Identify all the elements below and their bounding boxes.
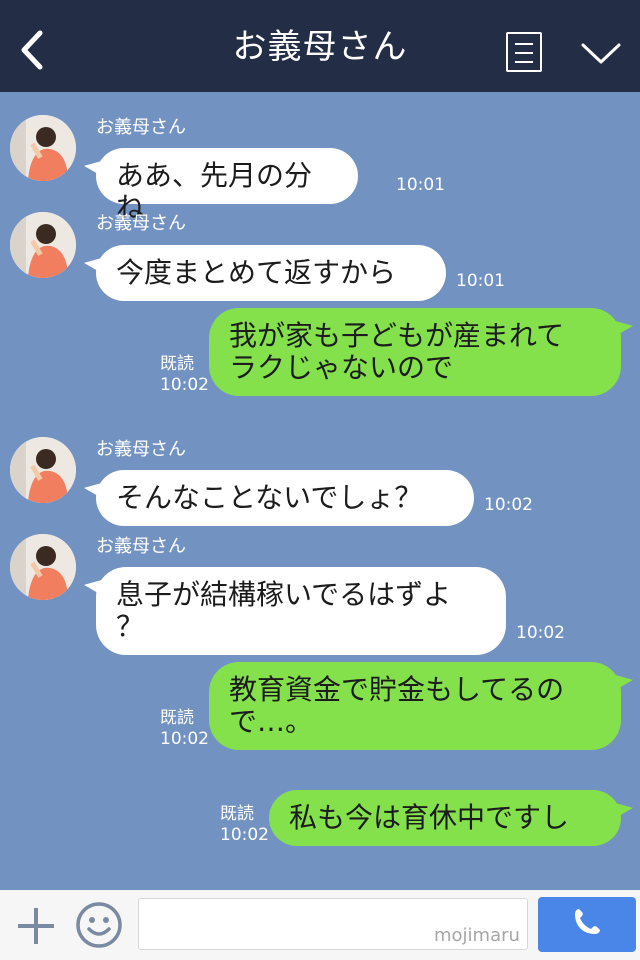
message-text: で…。 <box>229 705 314 738</box>
plus-icon[interactable] <box>14 904 58 948</box>
message-bubble[interactable]: 教育資金で貯金もしてるの で…。 <box>209 662 621 750</box>
message-time: 10:02 <box>160 729 209 749</box>
message-time: 10:02 <box>160 375 209 395</box>
message-text: ？ <box>116 610 145 643</box>
sender-name: お義母さん <box>96 439 186 460</box>
message-time: 10:02 <box>516 623 565 643</box>
chat-header: お義母さん <box>0 0 640 92</box>
message-text: ラクじゃないので <box>229 351 454 384</box>
message-text: 今度まとめて返すから <box>116 256 397 289</box>
message-time: 10:01 <box>396 175 445 195</box>
message-text: そんなことないでしょ？ <box>116 481 423 514</box>
sender-name: お義母さん <box>96 536 186 557</box>
phone-icon <box>575 909 600 934</box>
message-bubble[interactable]: 私も今は育休中ですし <box>269 790 621 846</box>
call-button[interactable] <box>538 897 636 952</box>
read-receipt: 既読 10:02 <box>160 354 209 396</box>
message-bubble[interactable]: そんなことないでしょ？ <box>96 470 474 526</box>
read-label: 既読 <box>160 354 194 374</box>
read-label: 既読 <box>220 804 254 824</box>
chat-title: お義母さん <box>232 27 408 67</box>
read-label: 既読 <box>160 708 194 728</box>
smiley-icon[interactable] <box>74 900 124 950</box>
avatar[interactable] <box>10 115 76 181</box>
watermark-text: mojimaru <box>434 925 520 946</box>
message-bubble[interactable]: 息子が結構稼いでるはずよ ？ <box>96 567 506 655</box>
message-time: 10:01 <box>456 271 505 291</box>
read-receipt: 既読 10:02 <box>220 804 269 846</box>
avatar[interactable] <box>10 534 76 600</box>
message-bubble[interactable]: 我が家も子どもが産まれて ラクじゃないので <box>209 308 621 396</box>
message-time: 10:02 <box>220 825 269 845</box>
read-receipt: 既読 10:02 <box>160 708 209 750</box>
message-text: 息子が結構稼いでるはずよ <box>116 578 452 611</box>
message-bubble[interactable]: 今度まとめて返すから <box>96 245 446 301</box>
message-text: 私も今は育休中ですし <box>289 801 570 834</box>
avatar[interactable] <box>10 212 76 278</box>
message-text: 教育資金で貯金もしてるの <box>229 673 565 706</box>
chevron-down-icon[interactable] <box>580 40 622 66</box>
message-time: 10:02 <box>484 495 533 515</box>
menu-list-icon[interactable] <box>506 32 542 72</box>
message-text: 我が家も子どもが産まれて <box>229 319 565 352</box>
sender-name: お義母さん <box>96 213 186 234</box>
sender-name: お義母さん <box>96 117 186 138</box>
avatar[interactable] <box>10 437 76 503</box>
message-bubble[interactable]: ああ、先月の分ね <box>96 148 358 224</box>
message-list[interactable]: お義母さん ああ、先月の分ね 10:01 お義母さん 今度まとめて返すから 10… <box>0 92 640 890</box>
